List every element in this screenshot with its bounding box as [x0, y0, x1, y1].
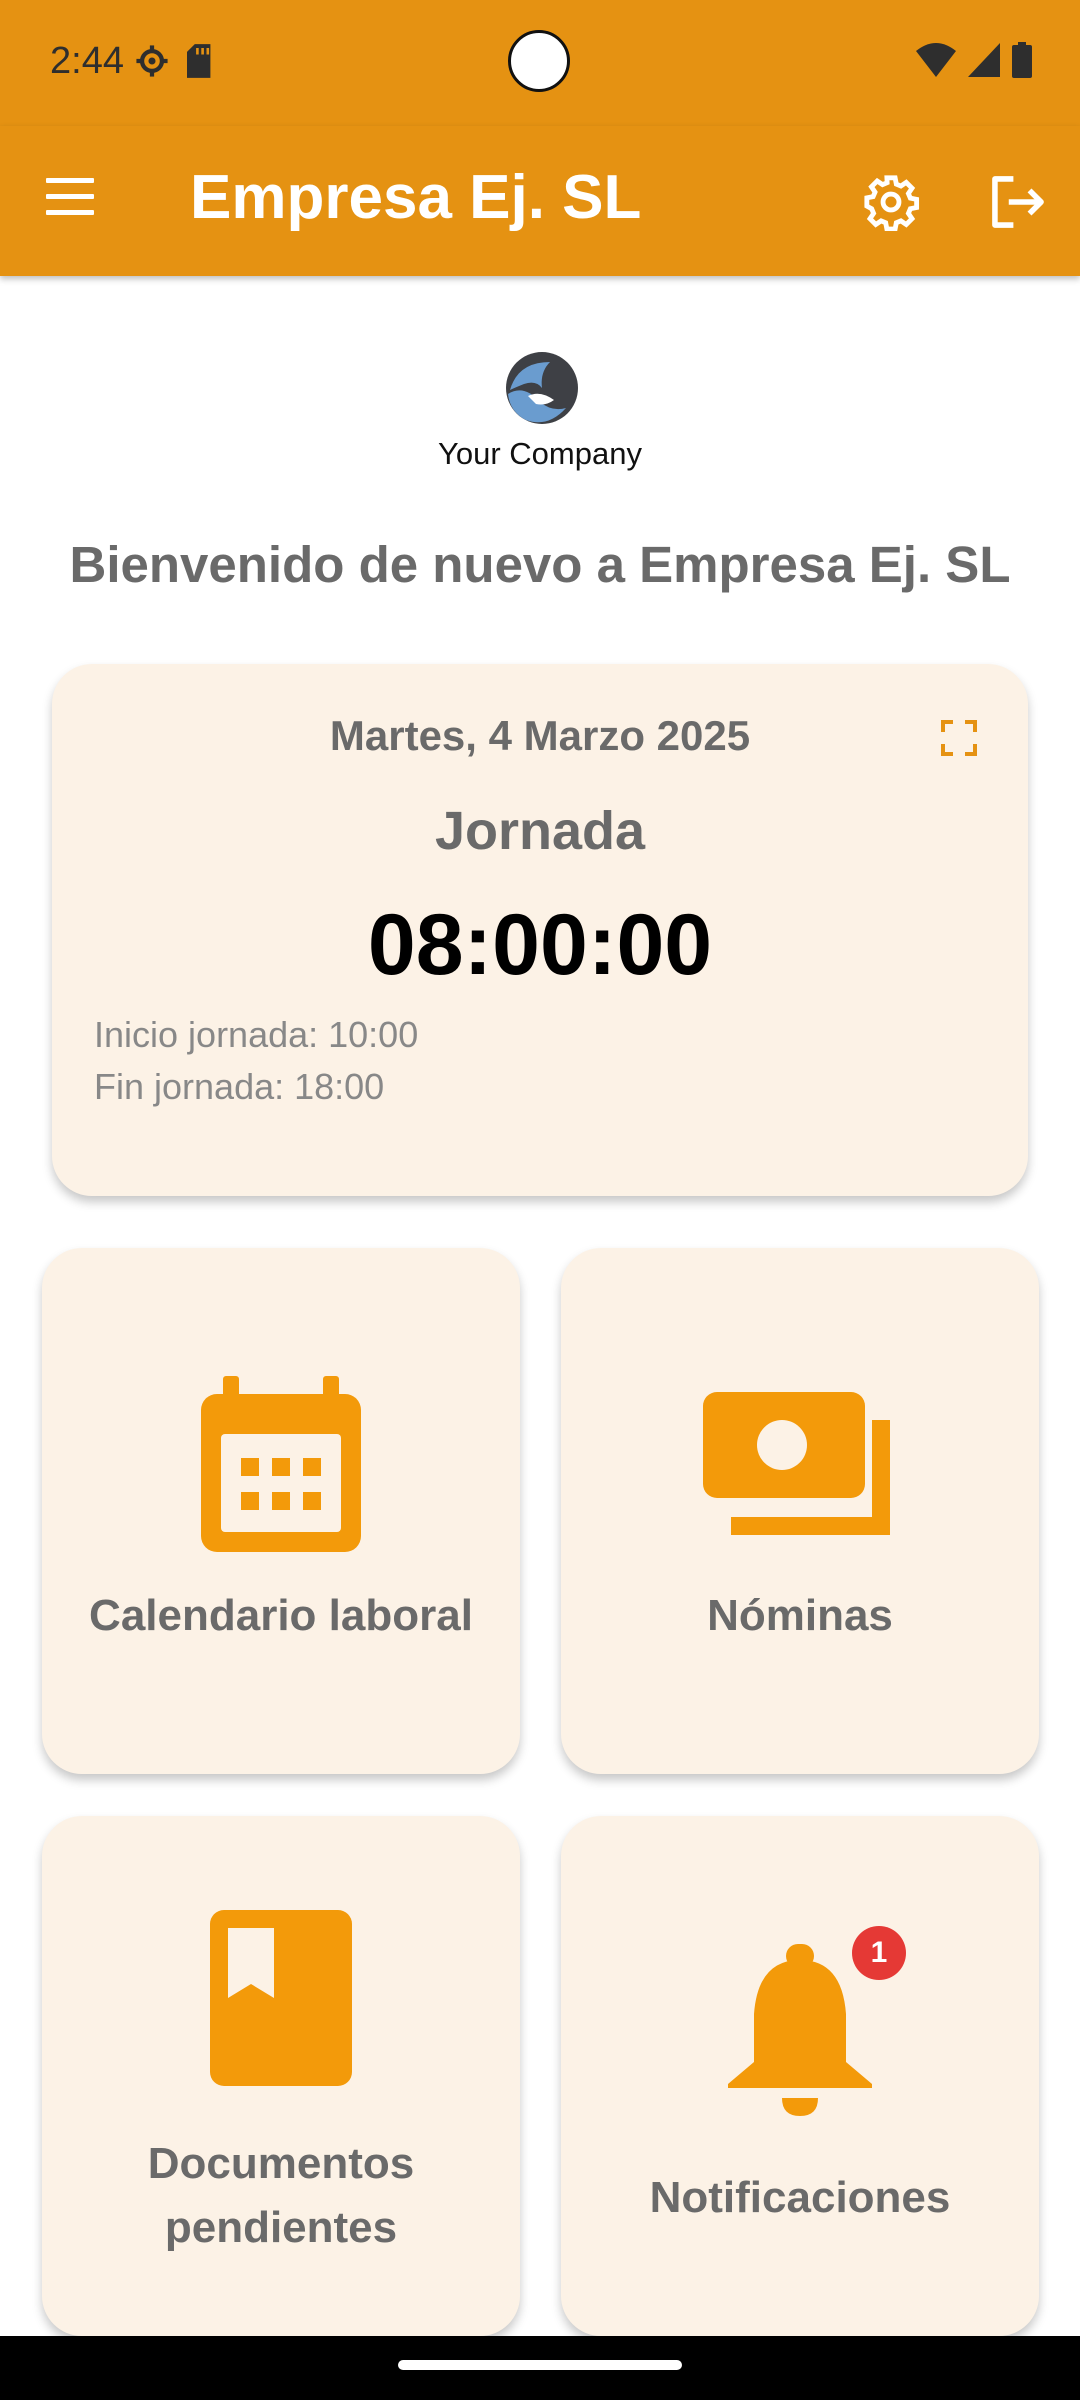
company-logo-text: Your Company: [438, 436, 642, 471]
tile-calendario-laboral[interactable]: Calendario laboral: [42, 1248, 520, 1774]
camera-cutout: [508, 30, 570, 92]
logout-icon: [992, 176, 1044, 228]
workday-timer: 08:00:00: [367, 897, 713, 993]
menu-button[interactable]: [46, 178, 98, 224]
expand-icon: [941, 720, 977, 756]
tile-label: Documentos pendientes: [147, 2139, 415, 2252]
book-icon: [210, 1910, 352, 2086]
notification-badge: 1: [852, 1926, 906, 1980]
tile-nominas[interactable]: Nóminas: [561, 1248, 1039, 1774]
status-bar: 2:44: [0, 0, 1080, 126]
bell-icon: [728, 1944, 872, 2116]
status-left-icons: [135, 44, 213, 78]
tile-documentos-pendientes[interactable]: Documentos pendientes: [42, 1816, 520, 2336]
payments-icon: [703, 1392, 890, 1535]
gear-icon: [864, 175, 920, 232]
app-title: Empresa Ej. SL: [190, 163, 642, 232]
wifi-icon: [916, 43, 956, 77]
status-time: 2:44: [50, 40, 124, 82]
home-gesture-handle[interactable]: [398, 2360, 682, 2370]
tile-label: Nóminas: [707, 1591, 893, 1640]
workday-card: Martes, 4 Marzo 2025 Jornada 08:00:00 In…: [52, 664, 1028, 1196]
navigation-bar: [0, 2336, 1080, 2400]
workday-date: Martes, 4 Marzo 2025: [329, 712, 751, 759]
settings-button[interactable]: [862, 173, 920, 232]
tile-label: Calendario laboral: [89, 1591, 473, 1640]
menu-icon: [46, 178, 98, 215]
sd-card-icon: [187, 44, 211, 78]
signal-icon: [968, 43, 1000, 77]
welcome-message: Bienvenido de nuevo a Empresa Ej. SL: [69, 536, 1011, 593]
tile-notificaciones[interactable]: Notificaciones: [561, 1816, 1039, 2336]
tile-label: Notificaciones: [649, 2173, 951, 2222]
app-bar: Empresa Ej. SL: [0, 126, 1080, 276]
workday-start: Inicio jornada: 10:00: [94, 1014, 419, 1055]
workday-end: Fin jornada: 18:00: [94, 1066, 385, 1107]
status-right-icons: [916, 42, 1032, 78]
calendar-icon: [201, 1376, 361, 1552]
settings-status-icon: [136, 45, 168, 77]
company-logo: Your Company: [430, 350, 650, 480]
workday-label: Jornada: [434, 801, 646, 861]
logout-button[interactable]: [988, 173, 1048, 231]
battery-icon: [1012, 42, 1032, 78]
company-logo-mark: [506, 352, 578, 424]
expand-button[interactable]: [941, 720, 977, 756]
